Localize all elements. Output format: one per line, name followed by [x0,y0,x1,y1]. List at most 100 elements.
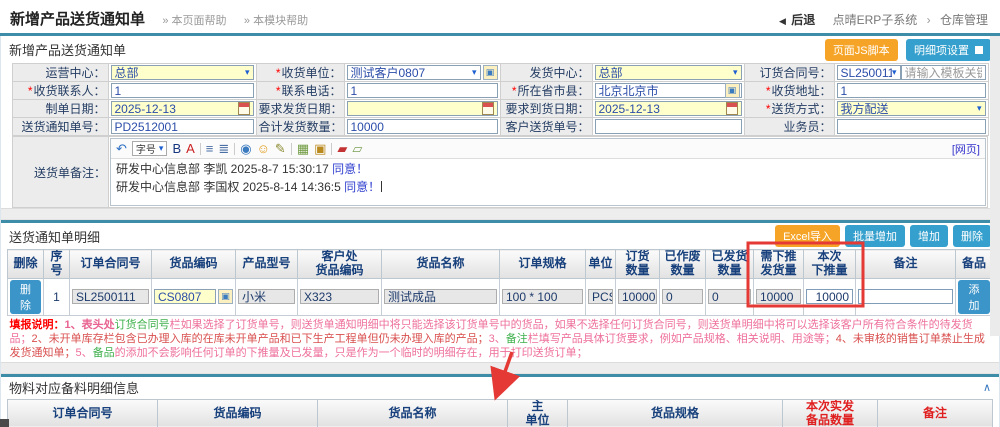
delete-row-button[interactable]: 删除 [953,225,991,247]
align-icon[interactable]: ≡ [206,142,214,155]
list-icon[interactable]: ≣ [218,142,229,155]
column-header: 需下推 发货量 [754,250,804,279]
order-contract-no-label: 订货合同号： [744,64,834,82]
link-icon[interactable]: ◉ [240,142,251,155]
column-header: 货品名称 [318,399,508,427]
delivery-method-select[interactable]: 我方配送▾ [837,101,986,116]
doc-date-field[interactable]: 2025-12-13 [111,101,254,116]
contact-phone-label: *联系电话： [256,82,344,100]
webpage-link[interactable]: [网页] [952,141,980,157]
chevron-down-icon: ▾ [733,67,738,78]
row-order-qty: 10000 [618,289,657,304]
this-push-qty-input[interactable] [806,289,853,304]
delivery-method-label: *送货方式： [744,100,834,118]
settings-toggle-icon [975,46,983,54]
receiver-contact-label: *收货联系人： [12,82,108,100]
toolbar-separator [200,143,201,155]
batch-add-button[interactable]: 批量增加 [845,225,905,247]
breadcrumb-warehouse[interactable]: 仓库管理 [940,13,988,27]
edit-html-icon[interactable]: ✎ [275,142,286,155]
customer-delivery-no-input[interactable] [595,119,742,134]
receiving-address-label: *收货地址： [744,82,834,100]
back-link[interactable]: 后退 [791,13,815,27]
top-header: 新增产品送货通知单 » 本页面帮助 » 本模块帮助 ◀ 后退 点晴ERP子系统 … [0,0,1000,33]
font-color-icon[interactable]: A [186,142,195,155]
upload-image-icon[interactable]: ▣ [314,142,326,155]
calendar-icon[interactable] [238,102,250,115]
remark-line: 研发中心信息部 李凯 2025-8-7 15:30:17 同意！ [116,160,980,178]
operation-center-select[interactable]: 总部▾ [111,65,254,80]
chevron-down-icon: ▾ [892,67,897,78]
column-header: 主 单位 [508,399,568,427]
breadcrumb-system[interactable]: 点晴ERP子系统 [833,13,918,27]
contact-phone-input[interactable] [347,83,498,98]
salesman-input[interactable] [837,119,986,134]
picker-icon[interactable]: ▣ [218,289,233,304]
insert-image-icon[interactable]: ▦ [297,142,309,155]
chevron-down-icon: ▾ [977,103,982,114]
add-row-button[interactable]: 增加 [910,225,948,247]
chevron-down-icon: ▾ [472,67,477,78]
chevron-down-icon: ▾ [245,67,250,78]
detail-item-settings-button[interactable]: 明细项设置 [906,39,991,61]
note-segment: 备品 [93,347,115,359]
receiving-unit-select[interactable]: 测试客户0807▾ [347,65,481,80]
note-segment: 栏填写产品具体订货要求，例如产品规格、相关说明、用途等； [528,333,836,345]
screen-artifact [0,419,9,427]
page-js-script-button[interactable]: 页面JS脚本 [825,39,898,61]
note-segment: 订货合同号 [115,319,170,331]
note-segment: 1、表头处 [65,319,115,331]
receiving-address-input[interactable] [837,83,986,98]
rich-text-editor[interactable]: ↶ 字号▾ BA ≡ ≣ ◉ ☺ ✎ ▦ ▣ ▰ ▱ [网页] 研发中心信息部 李凯 2025-8-7 … [110,138,986,206]
flash-icon[interactable]: ▰ [337,142,347,155]
total-ship-qty-input[interactable] [347,119,498,134]
row-spec: 100 * 100 [502,289,583,304]
row-item-name: 测试成品 [384,289,497,304]
chevron-down-icon: ▾ [159,143,164,154]
back-icon: ◀ [779,16,786,26]
column-header: 货品编码 [152,250,236,279]
customer-delivery-no-label: 客户送货单号： [500,118,592,136]
collapse-icon[interactable]: ∧ [983,381,991,394]
toolbar-separator [291,143,292,155]
scrollbar-gutter[interactable] [990,36,1000,336]
emoticon-icon[interactable]: ☺ [257,142,270,155]
calendar-icon[interactable] [482,102,494,115]
shipping-center-select[interactable]: 总部▾ [595,65,742,80]
column-header: 货品规格 [568,399,783,427]
remark-line: 研发中心信息部 李国权 2025-8-14 14:36:5 同意！ [116,178,980,196]
required-arrival-date-field[interactable]: 2025-12-13 [595,101,742,116]
province-city-field[interactable]: 北京北京市▣ [595,83,742,98]
column-header: 单位 [586,250,616,279]
total-ship-qty-label: 合计发货数量： [256,118,344,136]
module-help-link[interactable]: » 本模块帮助 [244,15,308,27]
note-segment: 5、 [76,347,93,359]
media-icon[interactable]: ▱ [352,142,362,155]
font-size-select[interactable]: 字号▾ [132,141,168,156]
undo-icon[interactable]: ↶ [116,142,127,155]
receiver-contact-input[interactable] [111,83,254,98]
header-form: 运营中心：总部▾*收货单位：测试客户0807▾▣发货中心：总部▾订货合同号：SL… [12,63,989,136]
editor-content[interactable]: 研发中心信息部 李凯 2025-8-7 15:30:17 同意！研发中心信息部 … [111,159,985,197]
required-ship-date-field[interactable] [347,101,498,116]
note-segment: 备注 [506,333,528,345]
detail-table: 删除序号订单合同号货品编码产品型号客户处 货品编码货品名称订单规格单位订货 数量… [7,249,993,316]
template-keyword-input[interactable] [901,65,986,80]
calendar-icon[interactable] [726,102,738,115]
column-header: 订单规格 [500,250,586,279]
page-help-link[interactable]: » 本页面帮助 [162,15,226,27]
excel-import-button[interactable]: Excel导入 [775,225,840,247]
toolbar-separator [331,143,332,155]
row-delete-button[interactable]: 删除 [10,280,41,314]
required-arrival-date-label: 要求到货日期： [500,100,592,118]
bold-icon[interactable]: B [172,142,181,155]
item-code-input[interactable] [154,289,216,304]
delivery-notice-no-input[interactable] [111,119,254,134]
column-header: 订货 数量 [616,250,660,279]
add-spare-button[interactable]: 添加 [958,280,990,314]
order-contract-no-select[interactable]: SL2500111▾ [837,65,901,80]
row-remark-input[interactable] [858,289,953,304]
picker-icon[interactable]: ▣ [725,83,740,98]
picker-icon[interactable]: ▣ [483,65,498,80]
breadcrumb-separator: › [927,13,931,27]
